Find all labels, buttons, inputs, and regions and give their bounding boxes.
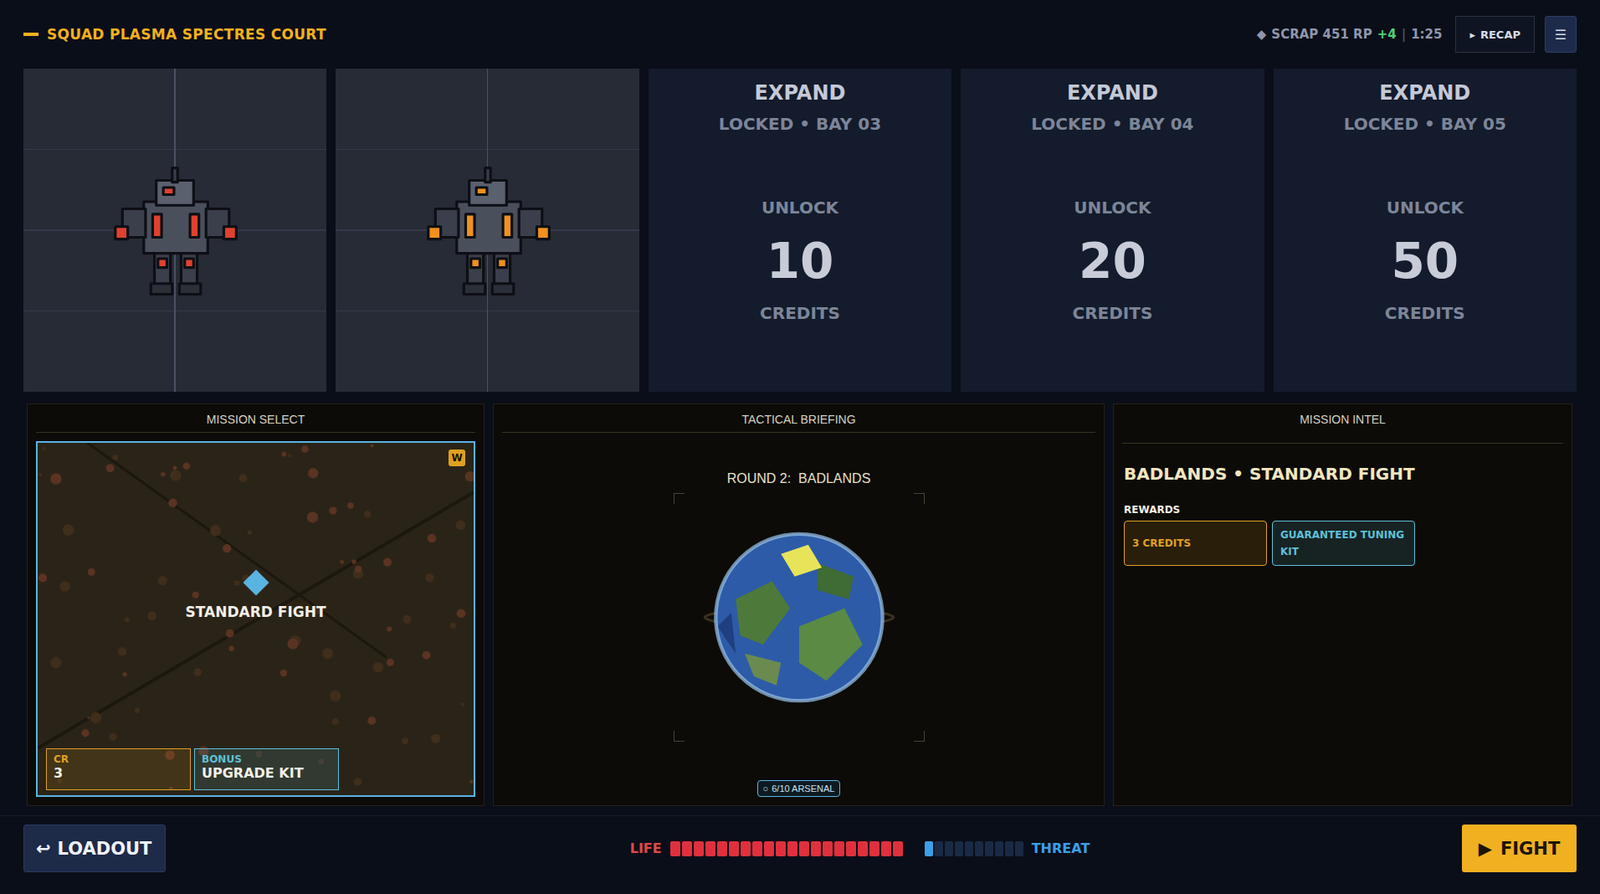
life-bar: [670, 841, 903, 857]
bay-title: EXPAND: [1379, 80, 1471, 106]
scrap-label: SCRAP 451 RP: [1271, 26, 1372, 42]
back-icon: ↩: [35, 838, 52, 859]
life-label: LIFE: [630, 840, 662, 857]
timer: 1:25: [1410, 26, 1442, 42]
locked-bay[interactable]: EXPAND LOCKED • BAY 05 UNLOCK 50 CREDITS: [1273, 68, 1577, 392]
threat-bar: [924, 841, 1024, 857]
mech-icon: [107, 158, 242, 302]
title-mark-icon: [23, 32, 39, 36]
panel-title: TACTICAL BRIEFING: [502, 404, 1096, 433]
loadout-button[interactable]: ↩ LOADOUT: [23, 824, 166, 872]
panel-title: MISSION INTEL: [1122, 404, 1564, 444]
mech-bay[interactable]: [23, 68, 327, 392]
mech-bay[interactable]: [335, 68, 639, 392]
mission-intel-panel: MISSION INTEL BADLANDS • STANDARD FIGHT …: [1112, 403, 1573, 806]
tactical-briefing-panel: TACTICAL BRIEFING ROUND 2: BADLANDS ○ 6/…: [492, 403, 1105, 806]
unlock-label: UNLOCK: [761, 195, 839, 220]
scrap-delta: +4: [1377, 26, 1397, 42]
fight-button[interactable]: ▶ FIGHT: [1461, 824, 1577, 872]
unlock-cost: 10: [766, 234, 835, 288]
mission-stat: CR 3: [46, 748, 191, 790]
bay-subtitle: LOCKED • BAY 04: [1030, 112, 1194, 136]
unlock-cost: 20: [1078, 234, 1147, 288]
top-bar: SQUAD PLASMA SPECTRES COURT ◆ SCRAP 451 …: [0, 0, 1600, 69]
bay-subtitle: LOCKED • BAY 05: [1343, 112, 1507, 136]
reward-chip: 3 CREDITS: [1123, 520, 1267, 566]
cost-unit: CREDITS: [759, 301, 841, 325]
globe-frame: [673, 492, 925, 742]
unlock-cost: 50: [1390, 234, 1459, 288]
bay-title: EXPAND: [1066, 80, 1159, 106]
arsenal-pill: ○ 6/10 ARSENAL: [757, 779, 842, 797]
menu-icon: ☰: [1554, 26, 1567, 43]
mission-card[interactable]: W STANDARD FIGHT CR 3BONUS UPGRADE KIT: [35, 441, 476, 797]
menu-button[interactable]: ☰: [1544, 15, 1577, 53]
intel-heading: BADLANDS • STANDARD FIGHT: [1122, 463, 1564, 484]
footer-bar: ↩ LOADOUT LIFE THREAT ▶ FIGHT: [0, 815, 1600, 872]
mission-label: STANDARD FIGHT: [184, 603, 326, 621]
unlock-label: UNLOCK: [1073, 195, 1151, 220]
planet-icon: [690, 526, 908, 708]
recap-button[interactable]: ▸ RECAP: [1455, 15, 1535, 53]
mission-badge: W: [448, 449, 466, 467]
squad-screen: SQUAD PLASMA SPECTRES COURT ◆ SCRAP 451 …: [0, 0, 1600, 894]
rewards: 3 CREDITSGUARANTEED TUNING KIT: [1122, 520, 1564, 566]
arsenal-icon: ○: [763, 783, 770, 794]
mission-stat: BONUS UPGRADE KIT: [194, 748, 339, 790]
unlock-label: UNLOCK: [1386, 195, 1464, 220]
bay-subtitle: LOCKED • BAY 03: [718, 112, 882, 136]
panel-title: MISSION SELECT: [35, 404, 476, 433]
bays: EXPAND LOCKED • BAY 03 UNLOCK 10 CREDITS…: [0, 68, 1600, 392]
round-label: ROUND 2: BADLANDS: [502, 471, 1096, 487]
mech-icon: [420, 158, 555, 302]
separator: |: [1401, 26, 1406, 42]
locked-bay[interactable]: EXPAND LOCKED • BAY 04 UNLOCK 20 CREDITS: [960, 68, 1264, 392]
locked-bay[interactable]: EXPAND LOCKED • BAY 03 UNLOCK 10 CREDITS: [648, 68, 952, 392]
squad-title: SQUAD PLASMA SPECTRES COURT: [46, 25, 327, 43]
threat-label: THREAT: [1031, 840, 1091, 857]
play-icon: ▸: [1469, 28, 1476, 42]
play-icon: ▶: [1478, 838, 1493, 859]
resources: ◆ SCRAP 451 RP +4 | 1:25: [1256, 26, 1443, 42]
cost-unit: CREDITS: [1071, 301, 1153, 325]
mission-marker-icon: [242, 569, 269, 595]
scrap-icon: ◆: [1256, 26, 1267, 42]
cost-unit: CREDITS: [1384, 301, 1466, 325]
mission-select-panel: MISSION SELECT W STANDARD FIGHT CR 3BONU…: [26, 403, 485, 806]
mission-panels: MISSION SELECT W STANDARD FIGHT CR 3BONU…: [0, 403, 1600, 806]
reward-chip: GUARANTEED TUNING KIT: [1271, 520, 1416, 566]
bay-title: EXPAND: [754, 80, 847, 106]
rewards-label: REWARDS: [1122, 503, 1564, 516]
